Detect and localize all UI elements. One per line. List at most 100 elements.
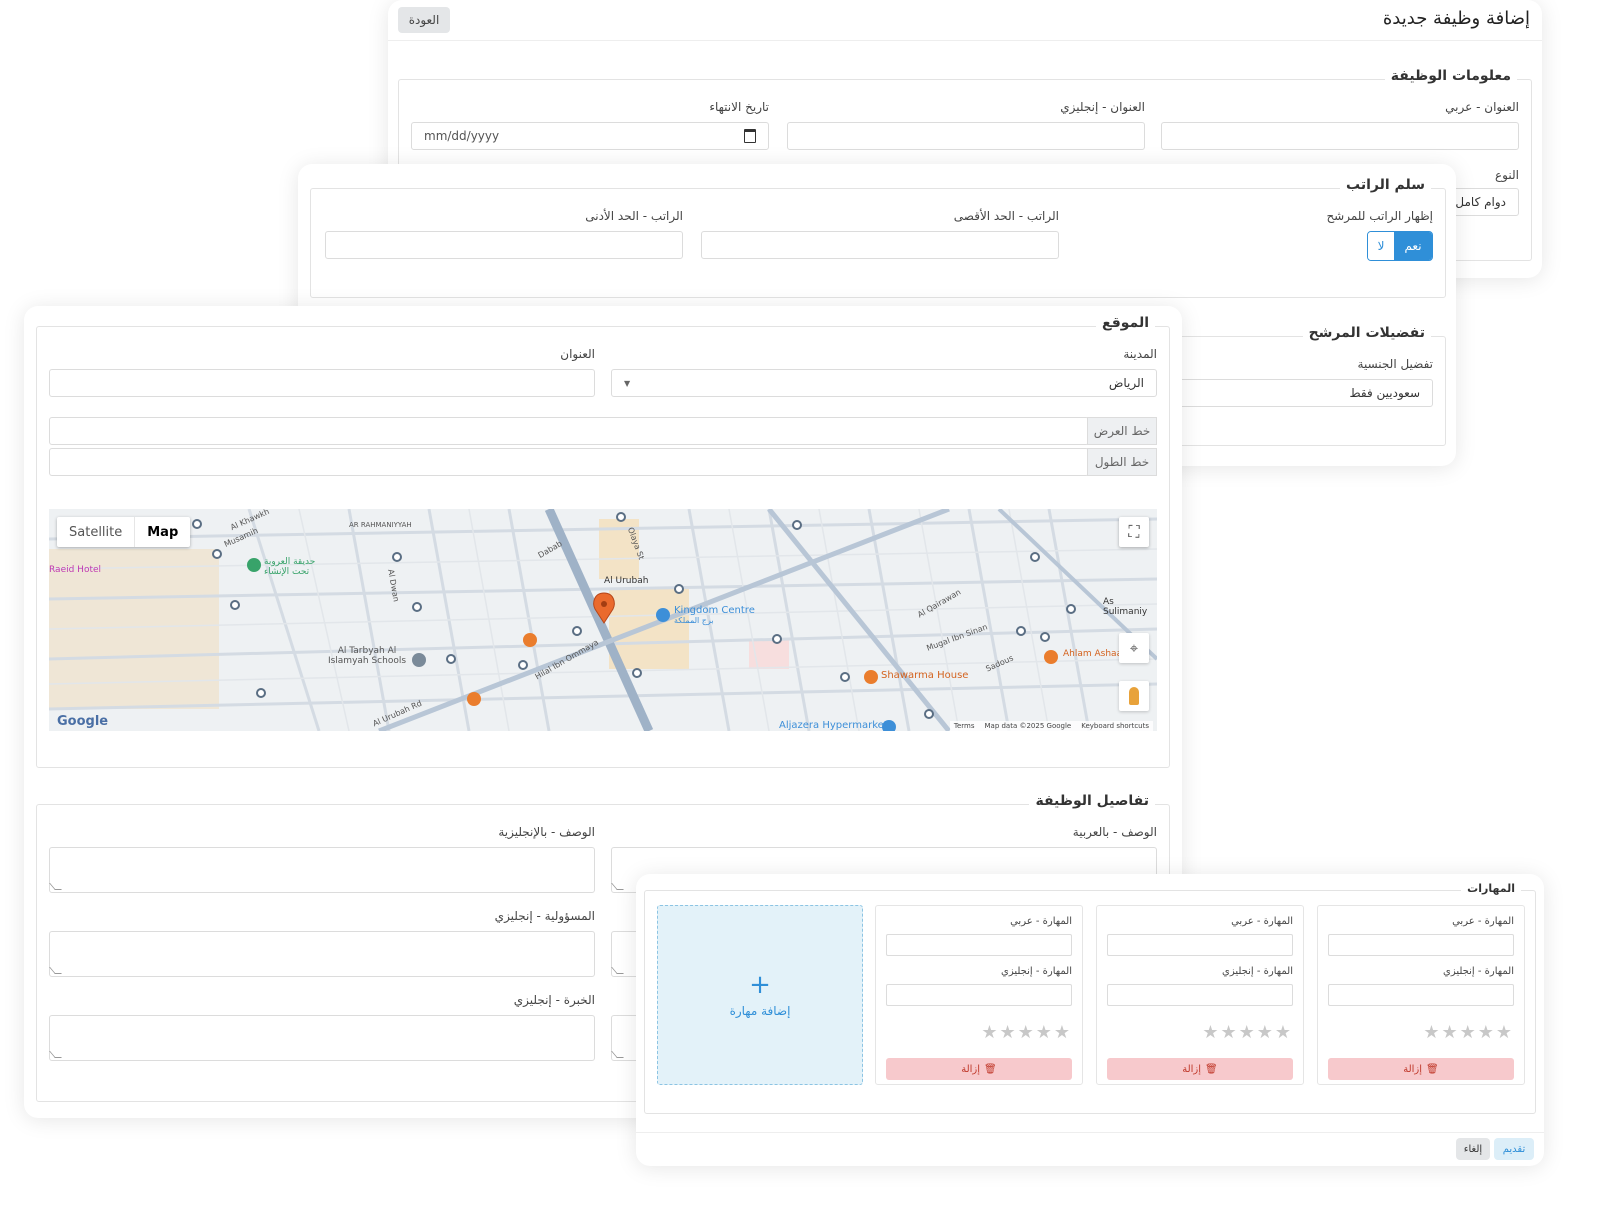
trash-icon: 🗑 [1426,1063,1439,1075]
restaurant-icon[interactable] [523,633,537,647]
skill-ar-input[interactable] [1107,934,1293,956]
map-view[interactable]: Kingdom Centre برج المملكة Al Urubah Sha… [49,509,1157,731]
show-salary-toggle[interactable]: لا نعم [1367,231,1433,261]
skill-ar-input[interactable] [886,934,1072,956]
type-label: النوع [1495,168,1519,182]
title-ar-label: العنوان - عربي [1445,100,1519,114]
restaurant-icon[interactable] [467,692,481,706]
desc-en-label: الوصف - بالإنجليزية [498,825,595,839]
restaurant-icon[interactable] [1044,650,1058,664]
map-canvas[interactable] [49,509,1157,731]
remove-label: إزالة [961,1063,981,1075]
map-tab[interactable]: Map [134,517,190,547]
salary-max-input[interactable] [701,231,1059,259]
map-label-kingdom: Kingdom Centre [674,605,755,616]
salary-min-input[interactable] [325,231,683,259]
skill-en-input[interactable] [1328,984,1514,1006]
map-label-rahmaniyyah: AR RAHMANIYYAH [349,521,412,529]
job-info-legend: معلومات الوظيفة [1384,68,1517,84]
address-input[interactable] [49,369,595,397]
page-title: إضافة وظيفة جديدة [1382,8,1530,29]
submit-button[interactable]: تقديم [1494,1138,1534,1160]
skill-rating-stars[interactable]: ★★★★★ [876,1022,1072,1043]
header-divider [388,40,1542,41]
chevron-down-icon: ▼ [624,378,631,388]
city-select[interactable]: الرياض ▼ [611,369,1157,397]
remove-skill-button[interactable]: إزالة 🗑 [886,1058,1072,1080]
show-salary-label: إظهار الراتب للمرشح [1326,209,1433,223]
map-data-text: Map data ©2025 Google [984,722,1072,730]
location-pin-dot [601,601,607,607]
map-label-park: حديقة العروبة تحت الإنشاء [264,557,316,577]
desc-ar-label: الوصف - بالعربية [1072,825,1157,839]
satellite-tab[interactable]: Satellite [57,517,134,547]
cancel-button[interactable]: إلغاء [1456,1138,1490,1160]
shopping-icon[interactable] [656,608,670,622]
latitude-addon: خط العرض [1087,417,1157,445]
exp-en-textarea[interactable] [49,1015,595,1061]
pegman-icon[interactable] [1119,681,1149,711]
map-shortcuts-link[interactable]: Keyboard shortcuts [1081,722,1149,730]
skill-ar-label: المهارة - عربي [1231,916,1293,927]
fullscreen-icon[interactable]: ⛶ [1119,517,1149,547]
skill-ar-label: المهارة - عربي [1452,916,1514,927]
expiry-date-input[interactable]: mm/dd/yyyy [411,122,769,150]
school-icon[interactable] [412,653,426,667]
skills-fieldset: المهارات المهارة - عربي المهارة - إنجليز… [644,882,1536,1114]
calendar-icon[interactable] [744,129,756,143]
remove-skill-button[interactable]: إزالة 🗑 [1107,1058,1293,1080]
map-label-urubah: Al Urubah [604,576,649,586]
city-label: المدينة [1123,347,1157,361]
title-ar-input[interactable] [1161,122,1519,150]
skill-rating-stars[interactable]: ★★★★★ [1097,1022,1293,1043]
skill-ar-label: المهارة - عربي [1010,916,1072,927]
map-label-sulimaniy: As Sulimaniy [1103,597,1148,617]
map-label-aljazera: Aljazera Hypermarket [779,720,888,731]
skill-rating-stars[interactable]: ★★★★★ [1318,1022,1514,1043]
trash-icon: 🗑 [984,1063,997,1075]
skill-en-input[interactable] [886,984,1072,1006]
exp-en-label: الخبرة - إنجليزي [513,993,595,1007]
preferences-legend: تفضيلات المرشح [1302,325,1431,341]
salary-fieldset: سلم الراتب إظهار الراتب للمرشح لا نعم ال… [310,177,1446,298]
skill-ar-input[interactable] [1328,934,1514,956]
desc-en-textarea[interactable] [49,847,595,893]
pegman-figure-icon [1129,687,1139,705]
add-skill-button[interactable]: + إضافة مهارة [657,905,863,1085]
map-label-kingdom-ar: برج المملكة [674,616,714,625]
map-label-shawarma: Shawarma House [881,670,969,681]
map-type-control: Satellite Map [57,517,191,547]
footer-divider [636,1132,1544,1133]
map-label-schools: Al Tarbyah Al Islamyah Schools [327,646,407,666]
toggle-no[interactable]: لا [1368,232,1394,260]
remove-label: إزالة [1403,1063,1423,1075]
address-label: العنوان [560,347,595,361]
skill-en-input[interactable] [1107,984,1293,1006]
skill-card: المهارة - عربي المهارة - إنجليزي ★★★★★ إ… [1317,905,1525,1085]
restaurant-icon[interactable] [864,670,878,684]
salary-max-label: الراتب - الحد الأقصى [953,209,1059,223]
location-fieldset: الموقع المدينة العنوان الرياض ▼ خط العرض… [36,315,1170,768]
map-pan-icon[interactable]: ⌖ [1119,633,1149,663]
map-block-tan [609,589,689,669]
longitude-input[interactable] [49,448,1089,476]
salary-min-label: الراتب - الحد الأدنى [585,209,683,223]
remove-skill-button[interactable]: إزالة 🗑 [1328,1058,1514,1080]
nationality-label: تفضيل الجنسية [1357,357,1433,371]
trash-icon: 🗑 [1205,1063,1218,1075]
remove-label: إزالة [1182,1063,1202,1075]
skill-en-label: المهارة - إنجليزي [1443,966,1514,977]
back-button[interactable]: العودة [398,7,450,33]
latitude-input[interactable] [49,417,1089,445]
skill-card: المهارة - عربي المهارة - إنجليزي ★★★★★ إ… [1096,905,1304,1085]
details-legend: تفاصيل الوظيفة [1029,793,1155,809]
map-terms-link[interactable]: Terms [954,722,975,730]
toggle-yes[interactable]: نعم [1394,232,1432,260]
skills-card: المهارات المهارة - عربي المهارة - إنجليز… [636,874,1544,1166]
resp-en-label: المسؤولية - إنجليزي [494,909,595,923]
skill-en-label: المهارة - إنجليزي [1222,966,1293,977]
title-en-input[interactable] [787,122,1145,150]
resp-en-textarea[interactable] [49,931,595,977]
longitude-addon: خط الطول [1087,448,1157,476]
park-icon[interactable] [247,558,261,572]
